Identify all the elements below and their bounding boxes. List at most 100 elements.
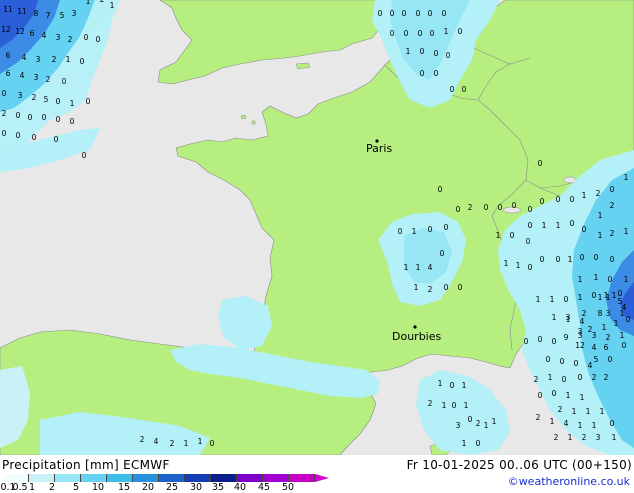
- grid-value: 2: [32, 93, 37, 102]
- grid-value: 0: [28, 113, 33, 122]
- grid-value: 0: [458, 283, 463, 292]
- grid-value: 0: [418, 29, 423, 38]
- grid-value: 0: [404, 29, 409, 38]
- grid-value: 1: [566, 315, 571, 324]
- grid-value: 0: [570, 195, 575, 204]
- grid-value: 0: [80, 57, 85, 66]
- grid-value: 1: [462, 439, 467, 448]
- grid-value: 0: [2, 89, 7, 98]
- footer: Precipitation [mm] ECMWF Fr 10-01-2025 0…: [0, 455, 634, 493]
- grid-value: 0: [538, 391, 543, 400]
- legend-tick-label: 40: [233, 482, 247, 493]
- grid-value: 1: [592, 421, 597, 430]
- grid-value: 2: [46, 75, 51, 84]
- grid-value: 6: [6, 51, 11, 60]
- grid-value: 2: [140, 435, 145, 444]
- grid-value: 1: [404, 263, 409, 272]
- grid-value: 1: [492, 417, 497, 426]
- grid-value: 1: [586, 407, 591, 416]
- grid-value: 7: [46, 11, 51, 20]
- grid-value: 1: [70, 99, 75, 108]
- grid-value: 4: [20, 71, 25, 80]
- grid-value: 0: [56, 115, 61, 124]
- grid-value: 2: [604, 373, 609, 382]
- grid-value: 2: [582, 433, 587, 442]
- grid-value: 1: [606, 293, 611, 302]
- legend-swatch: [29, 474, 55, 482]
- grid-value: 1: [536, 295, 541, 304]
- grid-value: 1: [198, 437, 203, 446]
- credit-link[interactable]: ©weatheronline.co.uk: [508, 475, 630, 488]
- grid-value: 12: [575, 341, 585, 350]
- grid-value: 3: [592, 331, 597, 340]
- grid-value: 0: [562, 375, 567, 384]
- legend-swatch: [159, 474, 185, 482]
- grid-value: 0: [574, 359, 579, 368]
- grid-value: 1: [614, 319, 619, 328]
- grid-value: 0: [546, 355, 551, 364]
- grid-value: 0: [16, 131, 21, 140]
- legend-tick-label: 1: [28, 482, 36, 493]
- grid-value: 0: [570, 219, 575, 228]
- grid-value: 0: [430, 29, 435, 38]
- legend-swatch: [81, 474, 107, 482]
- grid-value: 1: [86, 0, 91, 6]
- grid-value: 0: [82, 151, 87, 160]
- grid-value: 1: [406, 47, 411, 56]
- grid-value: 0: [552, 337, 557, 346]
- grid-value: 12: [1, 25, 11, 34]
- grid-value: 1: [624, 173, 629, 182]
- grid-value: 0: [510, 231, 515, 240]
- grid-value: 2: [68, 35, 73, 44]
- grid-value: 2: [52, 55, 57, 64]
- legend-tick-label: 30: [189, 482, 203, 493]
- legend-swatch: [263, 474, 289, 482]
- grid-value: 3: [18, 91, 23, 100]
- grid-value: 0: [32, 133, 37, 142]
- grid-value: 3: [578, 327, 583, 336]
- legend-labels: 0.1 0.5 1 2 5 10 15 20 25 30 35 40 45 50: [0, 482, 340, 493]
- grid-value: 2: [170, 439, 175, 448]
- grid-value: 0: [456, 205, 461, 214]
- grid-value: 0: [442, 9, 447, 18]
- grid-value: 0: [622, 341, 627, 350]
- grid-value: 0: [476, 439, 481, 448]
- grid-value: 1: [566, 391, 571, 400]
- legend-swatch: [133, 474, 159, 482]
- grid-value: 3: [36, 55, 41, 64]
- grid-value: 6: [6, 69, 11, 78]
- grid-value: 0: [512, 201, 517, 210]
- grid-value: 0: [16, 111, 21, 120]
- grid-value: 0: [444, 223, 449, 232]
- grid-value: 1: [414, 283, 419, 292]
- grid-value: 1: [550, 295, 555, 304]
- grid-value: 0: [86, 97, 91, 106]
- grid-value: 0: [538, 159, 543, 168]
- grid-value: 1: [66, 55, 71, 64]
- grid-value: 4: [22, 53, 27, 62]
- grid-value: 0: [610, 185, 615, 194]
- grid-value: 0: [498, 203, 503, 212]
- grid-value: 1: [594, 273, 599, 282]
- grid-value: 0: [378, 9, 383, 18]
- grid-value: 0: [450, 85, 455, 94]
- grid-value: 0: [610, 255, 615, 264]
- grid-value: 1: [484, 421, 489, 430]
- legend-tick-label: 5: [72, 482, 80, 493]
- grid-value: 12: [15, 27, 25, 36]
- legend-tick-label: 35: [211, 482, 225, 493]
- grid-value: 3: [606, 309, 611, 318]
- grid-value: 0: [582, 225, 587, 234]
- precipitation-map: 1111875312112126432006432106432003250102…: [0, 0, 634, 455]
- grid-value: 2: [534, 375, 539, 384]
- grid-value: 4: [428, 263, 433, 272]
- grid-value: 0: [56, 97, 61, 106]
- grid-value: 0: [580, 253, 585, 262]
- grid-value: 1: [416, 263, 421, 272]
- grid-value: 0: [96, 35, 101, 44]
- grid-value: 0: [608, 275, 613, 284]
- city-marker: [413, 325, 417, 329]
- legend-tick-label: 15: [117, 482, 131, 493]
- legend-tick-label: 45: [257, 482, 271, 493]
- grid-value: 0: [428, 9, 433, 18]
